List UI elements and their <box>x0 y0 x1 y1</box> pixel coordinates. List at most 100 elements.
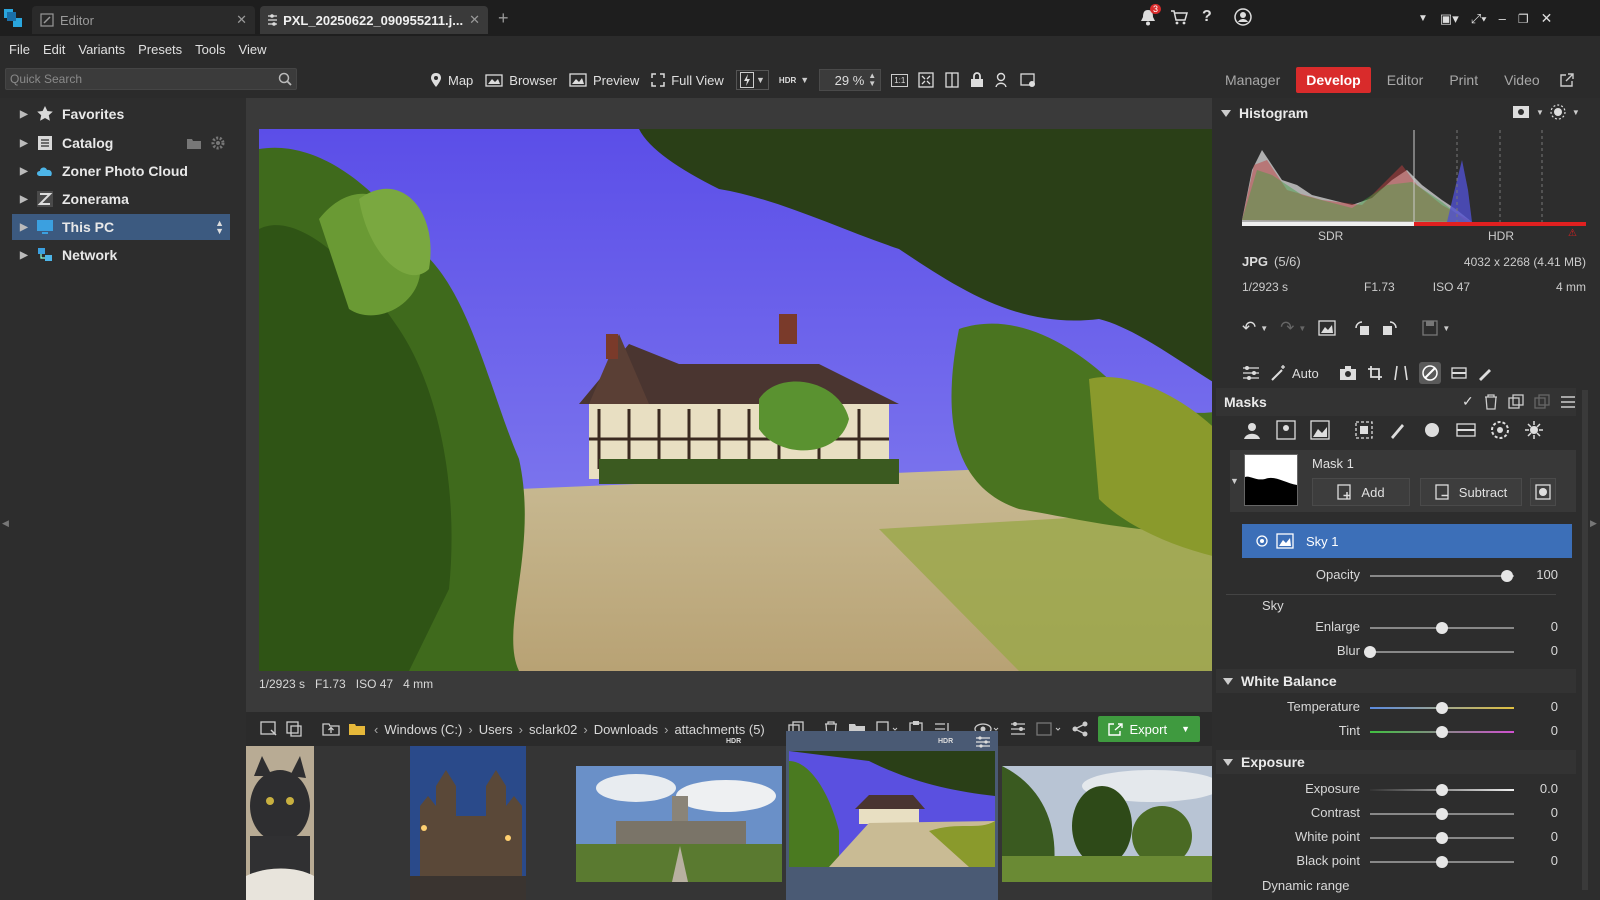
mode-develop[interactable]: Develop <box>1296 67 1371 93</box>
slider-knob[interactable] <box>1436 622 1448 634</box>
flash-dropdown[interactable]: ▼ <box>736 70 769 90</box>
subject-mask-icon[interactable] <box>1242 420 1262 440</box>
scrollbar[interactable] <box>1582 390 1588 890</box>
close-icon[interactable]: ✕ <box>469 12 480 28</box>
expand-icon[interactable]: ▶ <box>20 250 28 261</box>
perspective-icon[interactable] <box>1393 365 1409 381</box>
menu-variants[interactable]: Variants <box>78 42 125 57</box>
adjustments-icon[interactable] <box>1242 365 1260 381</box>
fit-icon[interactable] <box>918 72 934 88</box>
export-button[interactable]: Export ▼ <box>1097 716 1200 742</box>
search-input[interactable] <box>10 71 260 87</box>
paste-icon[interactable] <box>1534 393 1550 410</box>
zoom-field[interactable]: 29 % ▲ ▼ <box>819 69 882 91</box>
temperature-slider[interactable]: Temperature 0 <box>1220 698 1580 718</box>
thumbnail-church[interactable] <box>576 766 782 882</box>
checkmark-icon[interactable]: ✓ <box>1462 393 1474 410</box>
histogram-header[interactable]: Histogram <box>1221 105 1308 121</box>
blur-slider[interactable]: Blur 0 <box>1220 642 1580 662</box>
mode-print[interactable]: Print <box>1439 67 1488 93</box>
collapse-right-icon[interactable]: ▶ <box>1590 518 1597 529</box>
notifications-button[interactable]: 3 <box>1140 4 1162 26</box>
thumbnail-selected[interactable] <box>786 731 998 900</box>
nav-network[interactable]: ▶ Network <box>12 242 230 268</box>
person-search-icon[interactable] <box>994 72 1010 88</box>
sort-arrows-icon[interactable]: ▲ ▼ <box>215 219 224 236</box>
opacity-slider[interactable]: Opacity 100 <box>1220 566 1580 586</box>
breadcrumb-user[interactable]: sclark02 <box>529 722 577 737</box>
exposure-header[interactable]: Exposure <box>1216 750 1576 774</box>
slider-knob[interactable] <box>1436 726 1448 738</box>
cart-icon[interactable] <box>1170 9 1188 25</box>
expand-icon[interactable]: ▶ <box>20 194 28 205</box>
menu-presets[interactable]: Presets <box>138 42 182 57</box>
breadcrumb-downloads[interactable]: Downloads <box>594 722 658 737</box>
copy-icon[interactable] <box>1508 393 1524 410</box>
expand-icon[interactable]: ▶ <box>20 222 28 233</box>
thumbnail-cat[interactable] <box>246 746 314 900</box>
slider-value[interactable]: 0 <box>1551 805 1558 820</box>
select-icon[interactable] <box>260 721 278 737</box>
thumbnail-park[interactable] <box>1002 766 1212 882</box>
linear-mask-icon[interactable] <box>1456 420 1476 440</box>
black-point-slider[interactable]: Black point 0 <box>1220 852 1580 872</box>
nav-this-pc[interactable]: ▶ This PC ▲ ▼ <box>12 214 230 240</box>
map-button[interactable]: Map <box>430 67 473 93</box>
white-balance-header[interactable]: White Balance <box>1216 669 1576 693</box>
undo-icon[interactable]: ↶ <box>1242 318 1256 338</box>
browser-button[interactable]: Browser <box>485 67 557 93</box>
slider-knob[interactable] <box>1436 856 1448 868</box>
preview-button[interactable]: Preview <box>569 67 639 93</box>
slider-knob[interactable] <box>1436 832 1448 844</box>
zoom-1to1-icon[interactable]: 1:1 <box>891 73 909 87</box>
slider-value[interactable]: 0 <box>1551 853 1558 868</box>
chevron-down-icon[interactable]: ▼ <box>1572 108 1580 117</box>
collapse-left-icon[interactable]: ◀ <box>2 518 9 529</box>
slider-value[interactable]: 0 <box>1551 643 1558 658</box>
sub-mask-item[interactable]: Sky 1 <box>1242 524 1572 558</box>
layout-icon[interactable]: ▣▾ <box>1440 11 1459 27</box>
chevron-down-icon[interactable]: ▼ <box>1442 324 1450 333</box>
brush-icon[interactable] <box>1477 365 1493 381</box>
account-icon[interactable] <box>1234 8 1252 26</box>
mode-manager[interactable]: Manager <box>1215 67 1290 93</box>
slider-value[interactable]: 0 <box>1551 723 1558 738</box>
slider-track[interactable] <box>1370 575 1514 577</box>
slider-value[interactable]: 0.0 <box>1540 781 1558 796</box>
collapse-triangle-icon[interactable]: ▼ <box>1230 476 1239 486</box>
nav-zoner-cloud[interactable]: ▶ Zoner Photo Cloud <box>12 158 230 184</box>
luminance-range-icon[interactable] <box>1524 420 1544 440</box>
fullscreen-icon[interactable]: ⤢▾ <box>1471 11 1487 27</box>
sky-mask-icon[interactable] <box>1310 420 1330 440</box>
histogram-mode-icon[interactable] <box>1512 105 1530 119</box>
lock-icon[interactable] <box>970 72 984 88</box>
menu-tools[interactable]: Tools <box>195 42 225 57</box>
new-tab-button[interactable]: + <box>498 8 509 29</box>
slider-value[interactable]: 0 <box>1551 829 1558 844</box>
background-mask-icon[interactable] <box>1276 420 1296 440</box>
add-folder-icon[interactable] <box>186 136 202 150</box>
trash-icon[interactable] <box>1484 393 1498 410</box>
menu-view[interactable]: View <box>239 42 267 57</box>
mode-video[interactable]: Video <box>1494 67 1550 93</box>
save-icon[interactable] <box>1422 320 1438 336</box>
color-range-icon[interactable] <box>1490 420 1510 440</box>
masks-tool-button[interactable] <box>1418 362 1441 384</box>
breadcrumb-attachments[interactable]: attachments (5) <box>674 722 764 737</box>
search-icon[interactable] <box>278 72 292 86</box>
menu-icon[interactable] <box>1560 395 1576 409</box>
expand-icon[interactable]: ▶ <box>20 138 28 149</box>
mode-editor[interactable]: Editor <box>1377 67 1434 93</box>
help-icon[interactable]: ? <box>1202 8 1212 26</box>
gradient-icon[interactable] <box>1451 365 1467 381</box>
warning-icon[interactable]: ⚠ <box>1568 228 1577 239</box>
expand-icon[interactable]: ▶ <box>20 166 28 177</box>
camera-icon[interactable] <box>1339 365 1357 381</box>
breadcrumb-drive[interactable]: Windows (C:) <box>384 722 462 737</box>
slider-knob[interactable] <box>1500 570 1513 582</box>
chevron-down-icon[interactable]: ▼ <box>1536 108 1544 117</box>
visibility-icon[interactable] <box>1256 535 1268 547</box>
expand-icon[interactable]: ▶ <box>20 109 28 120</box>
main-photo[interactable] <box>259 129 1225 671</box>
external-link-icon[interactable] <box>1559 73 1574 87</box>
